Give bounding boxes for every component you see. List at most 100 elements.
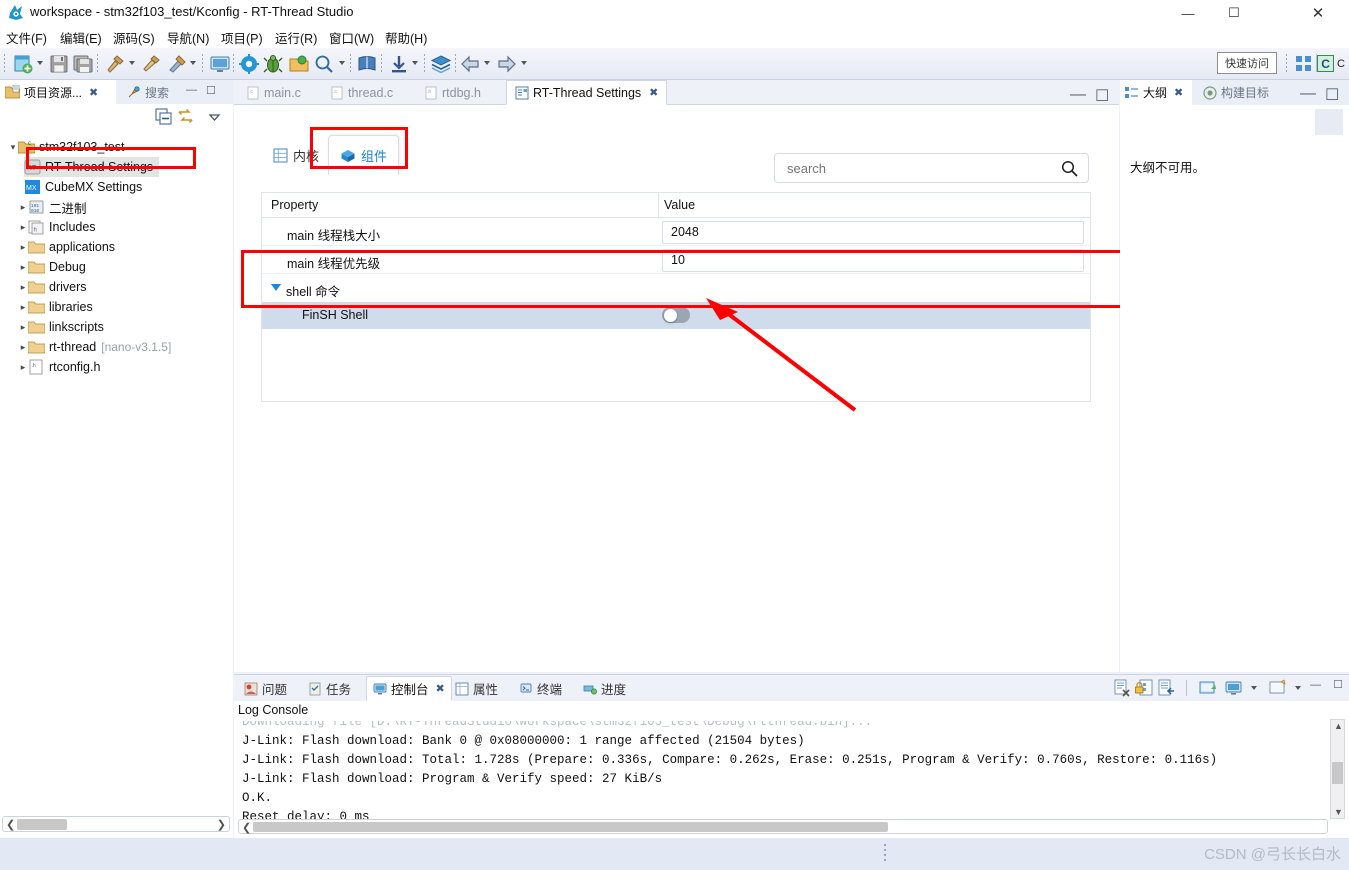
close-icon[interactable]: ✖ [1174,86,1183,99]
quick-access-box[interactable]: 快速访问 [1217,52,1277,74]
console-vscrollbar[interactable]: ▲ ▼ [1330,719,1345,819]
console-hscrollbar[interactable]: ❮ [238,819,1328,834]
scrollbar-thumb[interactable] [1332,762,1343,784]
menu-run[interactable]: 运行(R) [275,28,317,47]
tree-item-includes[interactable]: ▸ h Includes [18,217,96,237]
menu-project[interactable]: 项目(P) [221,28,263,47]
tree-item-libraries[interactable]: ▸ libraries [18,297,93,317]
new-project-dropdown-icon[interactable] [37,61,43,65]
tree-item-drivers[interactable]: ▸ drivers [18,277,87,297]
chevron-right-icon[interactable]: ▸ [18,262,28,273]
perspective-c-button[interactable]: C C [1317,54,1345,73]
chevron-right-icon[interactable]: ▸ [18,202,28,213]
chevron-right-icon[interactable]: ▸ [18,302,28,313]
download-dropdown-icon[interactable] [412,61,418,65]
menu-help[interactable]: 帮助(H) [385,28,427,47]
tree-item-linkscripts[interactable]: ▸ linkscripts [18,317,104,337]
menu-navigate[interactable]: 导航(N) [167,28,209,47]
tree-item-cubemx-settings[interactable]: MX CubeMX Settings [24,177,142,197]
display-console-icon[interactable] [1225,679,1243,697]
right-panel-maximize-button[interactable]: ☐ [1325,85,1339,105]
debug-bug-icon[interactable] [262,53,284,75]
scroll-lock-icon[interactable] [1157,679,1175,697]
tab-problems[interactable]: 问题 [238,676,293,701]
layers-icon[interactable] [430,53,452,75]
tree-item-binaries[interactable]: ▸ 101 010 二进制 [18,197,87,217]
build-hammer-icon[interactable] [104,53,126,75]
chevron-right-icon[interactable]: ▸ [18,222,28,233]
menu-file[interactable]: 文件(F) [6,28,47,47]
scroll-left-icon[interactable]: ❮ [6,818,15,831]
open-terminal-icon[interactable] [209,53,231,75]
tab-thread-c[interactable]: .c thread.c [322,80,401,105]
scrollbar-thumb[interactable] [17,819,67,830]
window-close-button[interactable]: ✕ [1295,0,1341,26]
tab-main-c[interactable]: .c main.c [238,80,309,105]
table-row-finsh-shell[interactable]: FinSH Shell [262,302,1090,329]
search-dropdown-icon[interactable] [339,61,345,65]
run-folder-icon[interactable] [288,53,310,75]
chevron-down-icon[interactable]: ▾ [8,142,18,153]
build-dropdown-icon[interactable] [129,61,135,65]
clean-icon[interactable] [140,53,162,75]
tree-item-applications[interactable]: ▸ applications [18,237,115,257]
editor-minimize-button[interactable]: — [1070,86,1086,104]
search-input[interactable] [787,154,1052,182]
build-config-icon[interactable] [166,53,188,75]
lock-scroll-icon[interactable] [1135,679,1153,697]
tab-progress[interactable]: 进度 [577,676,632,701]
table-group-row[interactable]: shell 命令 [262,275,1090,302]
tab-console[interactable]: 控制台 ✖ [366,676,452,701]
tab-build-targets[interactable]: 构建目标 [1198,80,1274,105]
back-dropdown-icon[interactable] [484,61,490,65]
tab-terminal[interactable]: 终端 [513,676,568,701]
save-all-icon[interactable] [72,53,94,75]
chevron-right-icon[interactable]: ▸ [18,362,28,373]
scroll-left-icon[interactable]: ❮ [242,821,251,834]
search-icon[interactable] [1061,160,1078,177]
menu-edit[interactable]: 编辑(E) [60,28,102,47]
menu-window[interactable]: 窗口(W) [329,28,374,47]
settings-gear-icon[interactable] [238,53,260,75]
chevron-right-icon[interactable]: ▸ [18,242,28,253]
tree-item-rtconfig-h[interactable]: ▸ .h rtconfig.h [18,357,100,377]
scroll-up-icon[interactable]: ▲ [1334,721,1343,731]
new-console-icon[interactable] [1269,679,1287,697]
menu-source[interactable]: 源码(S) [113,28,155,47]
display-console-dropdown-icon[interactable] [1251,686,1257,690]
tab-tasks[interactable]: 任务 [302,676,357,701]
left-panel-maximize-button[interactable]: ☐ [206,84,216,97]
editor-maximize-button[interactable]: ☐ [1095,86,1109,106]
finsh-shell-toggle[interactable] [662,307,690,323]
collapse-all-icon[interactable] [155,108,172,125]
tab-outline[interactable]: 大纲 ✖ [1120,80,1192,105]
close-icon[interactable]: ✖ [649,86,658,99]
tree-item-stm32f103_test[interactable]: ▾ c stm32f103_test [8,137,125,157]
tab-rtdbg-h[interactable]: .h rtdbg.h [416,80,489,105]
chevron-right-icon[interactable]: ▸ [18,342,28,353]
tab-properties[interactable]: 属性 [449,676,504,701]
scrollbar-thumb[interactable] [253,822,888,832]
tab-rtthread-settings[interactable]: RT-Thread Settings ✖ [506,80,668,105]
left-panel-minimize-button[interactable]: — [186,84,197,96]
new-project-icon[interactable] [12,53,34,75]
forward-arrow-icon[interactable] [496,53,518,75]
window-minimize-button[interactable]: — [1165,0,1211,26]
forward-dropdown-icon[interactable] [521,61,527,65]
table-row[interactable]: main 线程优先级 10 [262,247,1090,274]
clear-console-icon[interactable] [1113,679,1131,697]
window-maximize-button[interactable]: ☐ [1211,0,1257,26]
tree-item-rt-thread[interactable]: ▸ rt-thread [nano-v3.1.5] [18,337,172,357]
settings-search-box[interactable] [774,153,1089,183]
book-icon[interactable] [356,53,378,75]
tab-kernel[interactable]: 内核 [262,135,330,175]
tree-item-rt-thread-settings[interactable]: RT RT-Thread Settings [24,157,160,177]
right-panel-minimize-button[interactable]: — [1300,85,1316,103]
save-icon[interactable] [48,53,70,75]
tab-project-explorer[interactable]: 项目资源... ✖ [0,80,116,104]
property-value-field[interactable]: 2048 [662,221,1084,244]
chevron-down-icon[interactable] [271,284,281,291]
back-arrow-icon[interactable] [459,53,481,75]
pin-console-icon[interactable] [1199,679,1217,697]
download-icon[interactable] [388,53,410,75]
